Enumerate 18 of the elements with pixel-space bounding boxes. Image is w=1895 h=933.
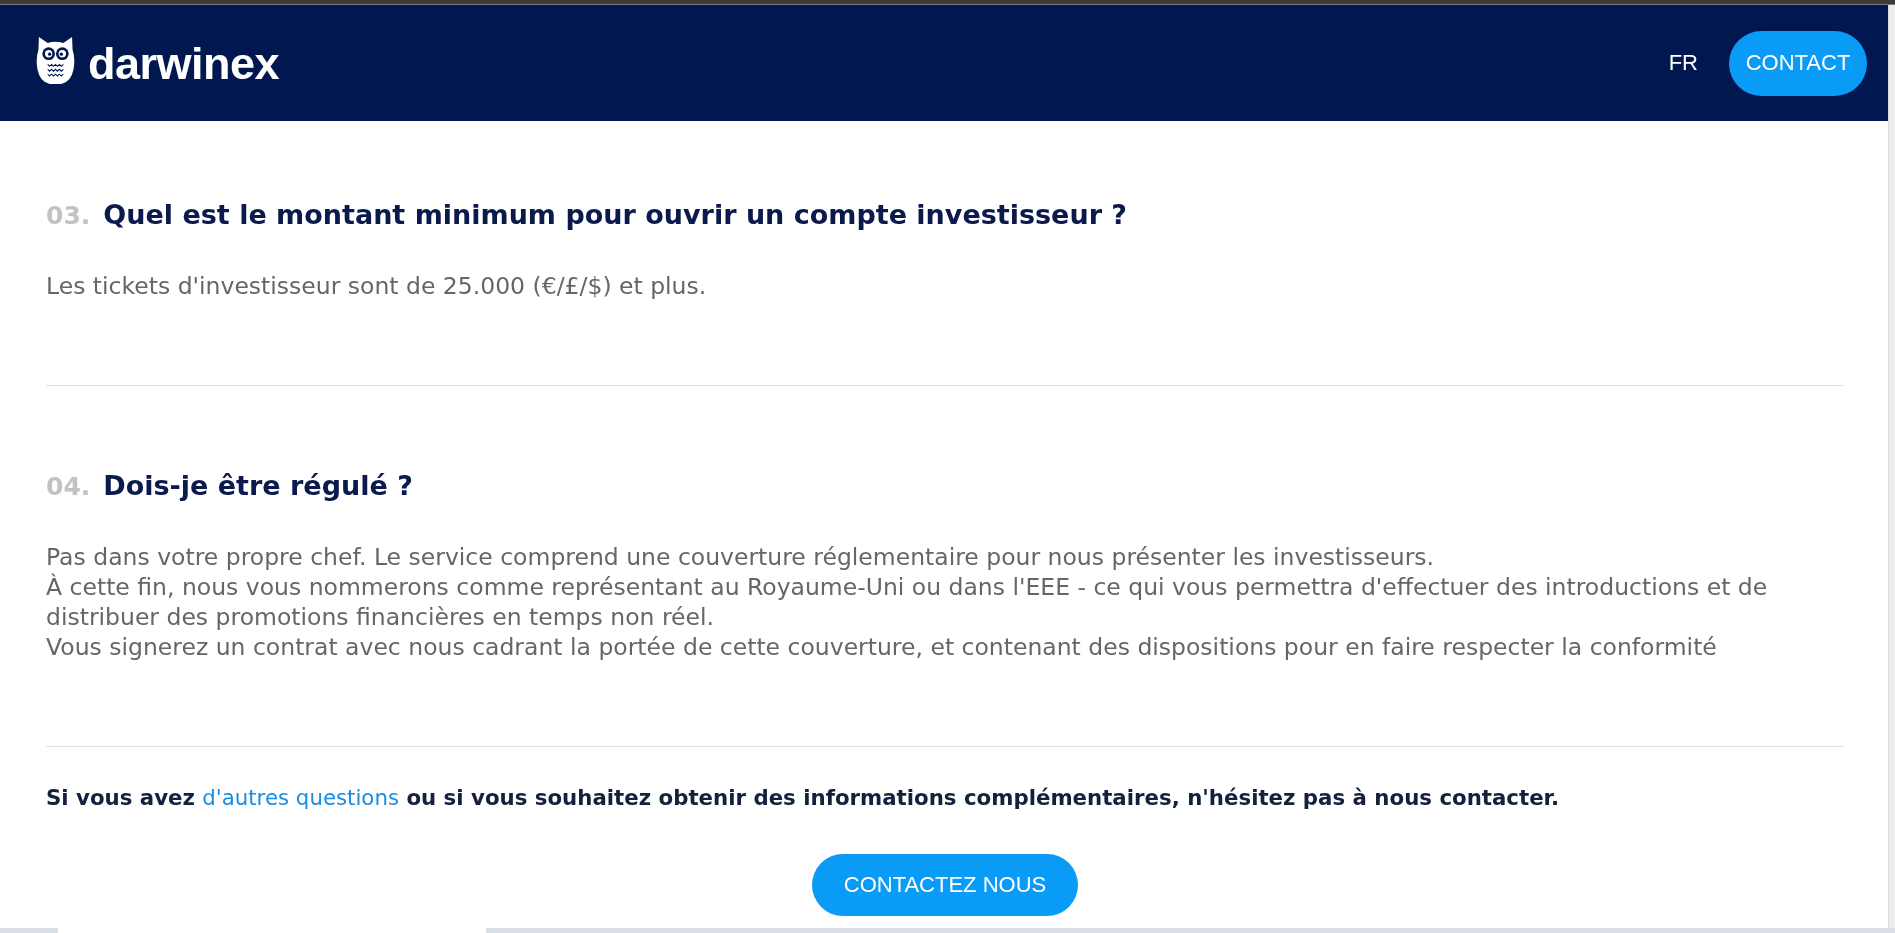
question-number: 03.: [46, 201, 91, 230]
question-heading: Dois-je être régulé ?: [103, 469, 413, 503]
language-link[interactable]: FR: [1668, 50, 1698, 76]
other-questions-link[interactable]: d'autres questions: [202, 785, 399, 810]
horizontal-scrollbar[interactable]: [0, 928, 1895, 933]
answer-text: Pas dans votre propre chef. Le service comprend une couverture réglementaire pour nous présenter les investisseurs.: [46, 542, 1436, 572]
contact-button[interactable]: CONTACT: [1729, 30, 1867, 96]
question-heading: Quel est le montant minimum pour ouvrir un compte investisseur ?: [103, 198, 1128, 232]
answer-text: Vous signerez un contrat avec nous cadrant la portée de cette couverture, et contenant des dispositions pour en faire respecter la conformité: [46, 632, 1718, 662]
contact-us-button[interactable]: CONTACTEZ NOUS: [812, 854, 1078, 916]
answer-text: À cette fin, nous vous nommerons comme représentant au Royaume-Uni ou dans l'EEE - ce qui vous permettra d'effectuer des introductions et de distribuer des promotions financières en temps non réel.: [46, 572, 1769, 632]
owl-logo-icon[interactable]: [36, 35, 75, 85]
scrollbar-thumb[interactable]: [58, 928, 486, 933]
question-number: 04.: [46, 472, 91, 501]
answer-text: Les tickets d'investisseur sont de 25.000 (€/£/$) et plus.: [46, 271, 708, 301]
logo-wordmark[interactable]: darwinex: [88, 40, 280, 86]
vertical-scrollbar[interactable]: [1888, 5, 1895, 928]
contact-prompt-text: Si vous avez d'autres questions ou si vous souhaitez obtenir des informations complémentaires, n'hésitez pas à nous contacter.: [46, 784, 1561, 812]
